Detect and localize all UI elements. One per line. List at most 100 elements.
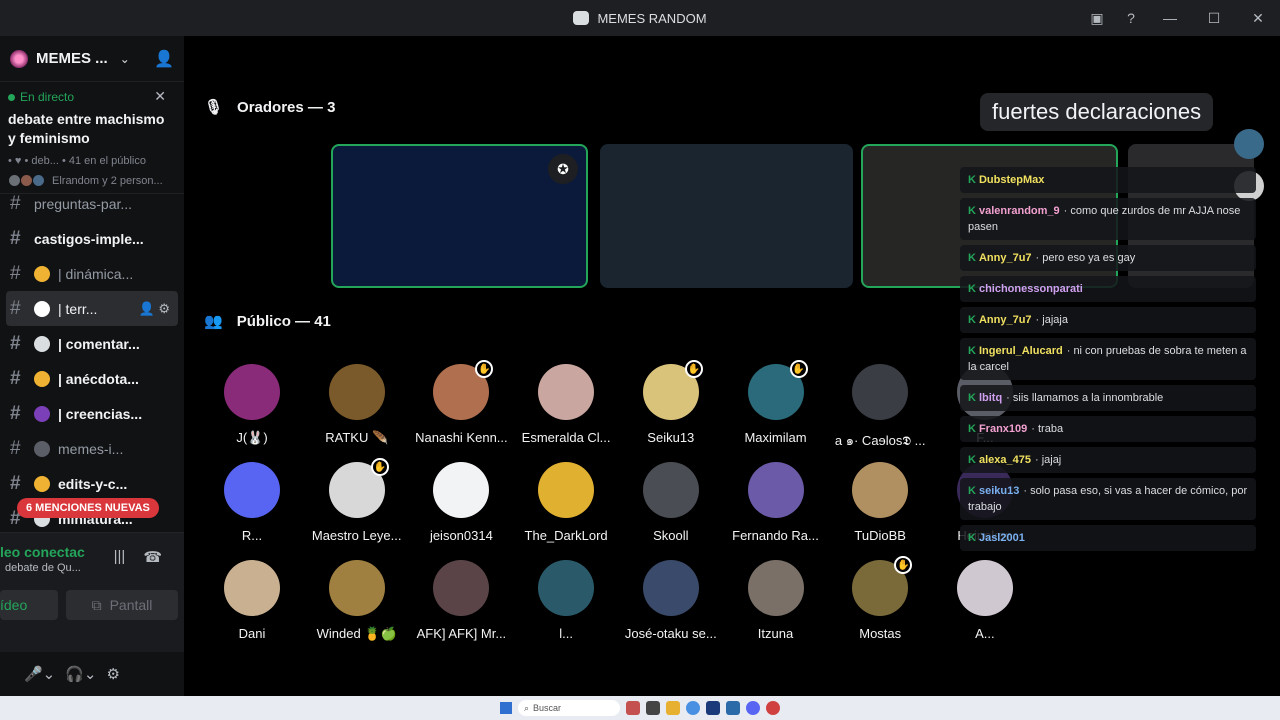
settings-icon[interactable]: ⚙ (107, 665, 120, 683)
taskbar-app-icon[interactable] (646, 701, 660, 715)
audience-member[interactable]: ✋ Nanashi Kenn... (411, 360, 511, 445)
avatar (538, 462, 595, 518)
audience-member[interactable]: Itzuna (726, 560, 826, 641)
taskbar-app-icon[interactable] (766, 701, 780, 715)
chat-separator: · (1006, 392, 1013, 404)
channel-item[interactable]: # preguntas-par... (0, 186, 184, 221)
channel-item[interactable]: # | creencias... (0, 396, 184, 431)
kick-badge-icon: K (968, 283, 976, 295)
audience-member[interactable]: AFK] AFK] Mr... (411, 560, 511, 641)
avatar (642, 560, 699, 616)
help-icon[interactable]: ? (1114, 0, 1148, 36)
chat-message: Klbitq · siis llamamos a la innombrable (960, 385, 1256, 411)
server-header[interactable]: MEMES ... ⌄ 👤 (0, 36, 184, 82)
inbox-icon[interactable]: ▣ (1080, 0, 1114, 36)
audience-member[interactable]: ✋ Maestro Leye... (307, 458, 407, 543)
close-icon[interactable]: ✕ (154, 88, 166, 105)
taskbar-app-icon[interactable] (726, 701, 740, 715)
avatar (328, 364, 385, 420)
audience-member[interactable]: J(🐰) (202, 364, 302, 446)
channel-item[interactable]: # | dinámica... (0, 256, 184, 291)
member-name: Mostas (859, 626, 902, 641)
invite-user-icon[interactable]: 👤 (154, 49, 174, 69)
member-name: Itzuna (757, 626, 794, 641)
discord-taskbar-icon[interactable] (746, 701, 760, 715)
chat-text: jajaj (1041, 454, 1062, 466)
live-stage-card[interactable]: En directo ✕ debate entre machismo y fem… (0, 82, 184, 194)
avatar (956, 560, 1013, 616)
chat-separator: · (1034, 454, 1042, 466)
chat-username: seiku13 (978, 485, 1020, 497)
chat-username: chichonessonparati (978, 283, 1083, 295)
noise-suppression-icon[interactable]: ||| (114, 548, 126, 566)
audience-member[interactable]: Skooll (621, 462, 721, 543)
kick-badge-icon: K (968, 252, 976, 264)
audience-member[interactable]: Fernando Ra... (726, 462, 826, 543)
kick-badge-icon: K (968, 532, 976, 544)
channel-item[interactable]: # | anécdota... (0, 361, 184, 396)
audience-member[interactable]: Winded 🍍🍏 (307, 560, 407, 642)
channel-emoji-icon (34, 475, 50, 492)
avatar (224, 462, 280, 518)
channel-name: | comentar... (58, 335, 140, 352)
channel-item[interactable]: # | terr... 👤 ⚙ (6, 291, 178, 326)
mic-icon[interactable]: 🎤⌄ (24, 665, 55, 683)
speaker-video-tile[interactable] (600, 144, 853, 288)
channel-emoji-icon (34, 300, 50, 317)
chat-overlay: K DubstepMax Kvalenrandom_9 · como que zurd… (960, 167, 1256, 556)
headphones-icon[interactable]: 🎧⌄ (65, 665, 96, 683)
avatar[interactable] (1234, 129, 1264, 159)
avatar (642, 462, 699, 518)
channel-item[interactable]: # memes-i... (0, 431, 184, 466)
hash-icon: # (10, 367, 21, 389)
chat-username: valenrandom_9 (978, 205, 1060, 217)
channel-item[interactable]: # | comentar... (0, 326, 184, 361)
minimize-button[interactable]: — (1148, 0, 1192, 36)
audience-member[interactable]: The_DarkLord (516, 462, 616, 543)
audience-member[interactable]: ✋ Seiku13 (621, 360, 721, 445)
speaker-video-tile[interactable]: ✪ (331, 144, 588, 288)
member-name: Skooll (653, 528, 689, 543)
audience-member[interactable]: Dani (202, 560, 302, 641)
new-mentions-badge[interactable]: 6 MENCIONES NUEVAS (17, 498, 159, 518)
disconnect-icon[interactable]: ☎ (143, 548, 162, 566)
taskbar-app-icon[interactable] (626, 701, 640, 715)
channel-item[interactable]: # edits-y-c... (0, 466, 184, 501)
hash-icon: # (10, 192, 21, 214)
audience-member[interactable]: RATKU 🪶 (307, 364, 407, 446)
audience-member[interactable]: TuDioBB (830, 462, 930, 543)
screen-share-button[interactable]: ⧉ Pantall (66, 590, 178, 620)
channel-settings-icon[interactable]: 👤 ⚙ (139, 301, 170, 317)
windows-start-icon[interactable] (500, 702, 512, 714)
member-name: J(🐰) (236, 430, 268, 445)
audience-member[interactable]: jeison0314 (411, 462, 511, 543)
audience-member[interactable]: José-otaku se... (621, 560, 721, 641)
audience-member[interactable]: a ๑· Caɘlos𝕯 ... (830, 364, 930, 451)
kick-badge-icon: K (968, 392, 976, 404)
chat-text: pero eso ya es gay (1042, 252, 1136, 264)
chrome-icon[interactable] (686, 701, 700, 715)
channel-item[interactable]: # castigos-imple... (0, 221, 184, 256)
taskbar-search[interactable]: ⌕ Buscar (518, 700, 620, 716)
member-name: Winded 🍍🍏 (316, 626, 397, 641)
avatar (538, 560, 595, 616)
audience-member[interactable]: R... (202, 462, 302, 543)
chat-message: Kalexa_475 · jajaj (960, 447, 1256, 473)
audience-member[interactable]: A... (935, 560, 1035, 641)
audience-member[interactable]: ✋ Maximilam (726, 360, 826, 445)
audience-member[interactable]: l... (516, 560, 616, 641)
taskbar-search-label: Buscar (533, 703, 562, 713)
member-name: l... (559, 626, 573, 641)
audience-member[interactable]: ✋ Mostas (830, 556, 930, 641)
maximize-button[interactable]: ☐ (1192, 0, 1236, 36)
close-button[interactable]: ✕ (1236, 0, 1280, 36)
windows-taskbar: ⌕ Buscar (0, 696, 1280, 720)
folder-icon[interactable] (666, 701, 680, 715)
chat-message: K Franx109 · traba (960, 416, 1256, 442)
raised-hand-icon: ✋ (789, 360, 808, 378)
photoshop-icon[interactable] (706, 701, 720, 715)
video-button[interactable]: ídeo (0, 590, 58, 620)
member-name: jeison0314 (429, 528, 493, 543)
audience-member[interactable]: Esmeralda Cl... (516, 364, 616, 445)
chat-text: traba (1038, 423, 1064, 435)
